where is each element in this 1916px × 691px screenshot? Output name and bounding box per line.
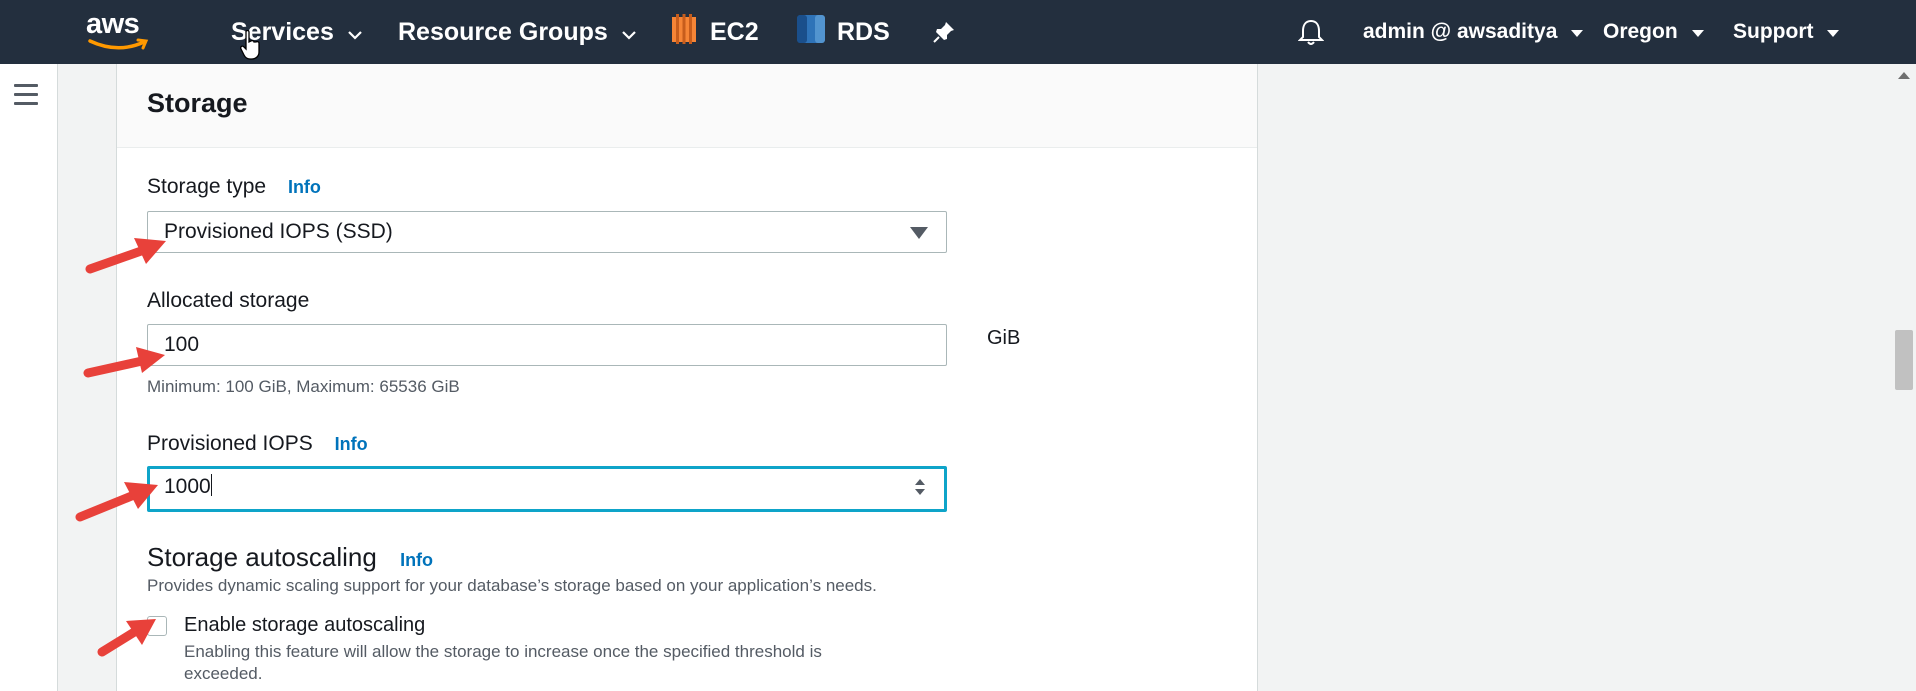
provisioned-iops-value: 1000 (164, 475, 211, 498)
hand-cursor-icon (240, 30, 260, 60)
storage-autoscaling-description: Provides dynamic scaling support for you… (147, 576, 877, 595)
hamburger-menu-icon[interactable] (14, 84, 38, 111)
aws-logo-text: aws (86, 8, 140, 40)
annotation-arrow-icon (85, 238, 166, 274)
storage-type-label-row: Storage type Info (147, 175, 321, 199)
pin-button[interactable] (933, 0, 955, 64)
account-menu[interactable]: admin @ awsaditya (1363, 0, 1584, 64)
caret-down-icon (1827, 20, 1840, 44)
annotation-arrow-icon (83, 347, 165, 378)
storage-autoscaling-heading-row: Storage autoscaling Info (147, 542, 433, 573)
aws-smile-icon (88, 38, 149, 50)
enable-storage-autoscaling-label[interactable]: Enable storage autoscaling (184, 614, 425, 637)
allocated-storage-label: Allocated storage (147, 289, 310, 312)
annotation-arrow-icon (75, 482, 158, 522)
region-menu[interactable]: Oregon (1603, 0, 1704, 64)
account-label: admin @ awsaditya (1363, 20, 1558, 43)
rds-shortcut[interactable]: RDS (797, 0, 890, 64)
aws-logo[interactable]: aws (86, 8, 156, 56)
provisioned-iops-input[interactable]: 1000 (147, 466, 947, 512)
top-navigation-bar: aws Services Resource Groups EC2 RDS adm… (0, 0, 1916, 64)
text-caret (210, 474, 212, 496)
support-label: Support (1733, 20, 1814, 43)
allocated-storage-unit: GiB (987, 327, 1021, 349)
support-menu[interactable]: Support (1733, 0, 1840, 64)
ec2-label: EC2 (710, 17, 759, 46)
bell-icon (1298, 19, 1324, 45)
allocated-storage-input[interactable]: 100 (147, 324, 947, 366)
ec2-icon (670, 13, 698, 51)
pin-icon (933, 22, 954, 43)
vertical-scrollbar[interactable] (1890, 64, 1916, 691)
allocated-storage-hint: Minimum: 100 GiB, Maximum: 65536 GiB (147, 377, 460, 396)
chevron-down-icon (622, 18, 636, 47)
storage-panel-header: Storage (117, 64, 1257, 148)
dropdown-triangle-icon (910, 227, 928, 239)
storage-type-select[interactable]: Provisioned IOPS (SSD) (147, 211, 947, 253)
scrollbar-thumb[interactable] (1895, 330, 1913, 390)
scroll-up-arrow-icon[interactable] (1898, 72, 1910, 79)
provisioned-iops-label: Provisioned IOPS (147, 432, 313, 455)
autoscaling-help-line-1: Enabling this feature will allow the sto… (184, 642, 822, 661)
storage-autoscaling-info-link[interactable]: Info (400, 550, 433, 570)
caret-down-icon (1691, 20, 1704, 44)
caret-down-icon (1571, 20, 1584, 44)
storage-type-info-link[interactable]: Info (288, 177, 321, 197)
storage-section-title: Storage (147, 88, 248, 118)
notifications-button[interactable] (1298, 0, 1324, 64)
storage-autoscaling-heading: Storage autoscaling (147, 542, 377, 572)
provisioned-iops-label-row: Provisioned IOPS Info (147, 432, 368, 456)
resource-groups-label: Resource Groups (398, 17, 608, 46)
region-label: Oregon (1603, 20, 1678, 43)
autoscaling-help-line-2: exceeded. (184, 664, 263, 683)
provisioned-iops-info-link[interactable]: Info (335, 434, 368, 454)
rds-icon (797, 13, 825, 52)
annotation-arrow-icon (97, 619, 156, 657)
chevron-down-icon (348, 18, 362, 47)
rds-label: RDS (837, 17, 890, 46)
resource-groups-menu[interactable]: Resource Groups (398, 0, 636, 64)
number-spinner-icon[interactable] (912, 477, 928, 499)
side-navigation-rail (0, 64, 58, 691)
ec2-shortcut[interactable]: EC2 (670, 0, 759, 64)
storage-type-value: Provisioned IOPS (SSD) (164, 220, 393, 243)
storage-type-label: Storage type (147, 175, 267, 198)
